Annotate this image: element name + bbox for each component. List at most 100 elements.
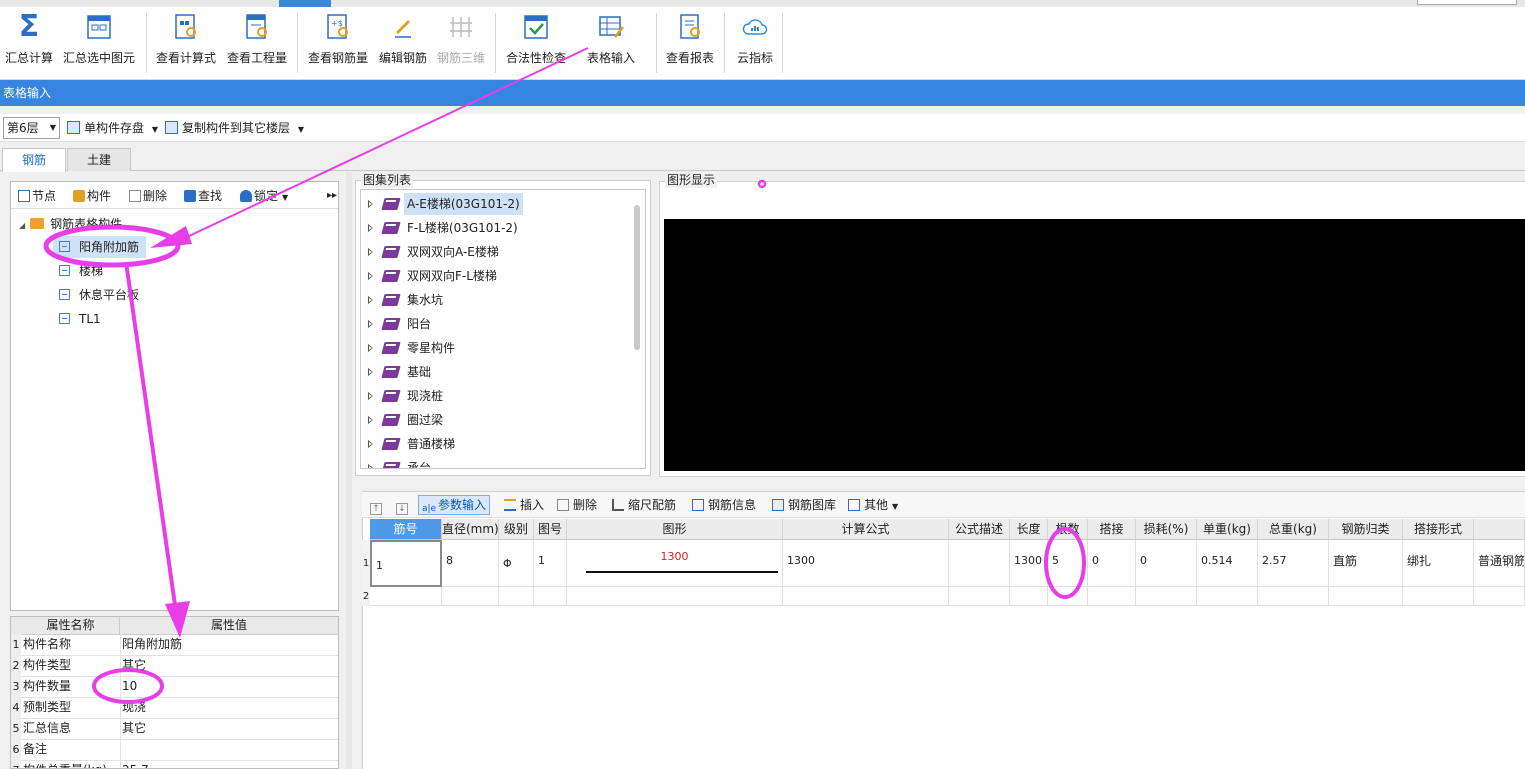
- graphic-canvas[interactable]: [664, 219, 1525, 471]
- property-row[interactable]: 3 构件数量 10: [11, 676, 338, 698]
- table-input-button[interactable]: 表格输入: [582, 7, 640, 80]
- col-header-grade[interactable]: 级别: [499, 519, 534, 540]
- vertical-splitter[interactable]: [346, 172, 352, 769]
- floor-select[interactable]: 第6层 ▼: [3, 117, 60, 139]
- empty-cell[interactable]: [1010, 587, 1048, 606]
- property-row[interactable]: 5 汇总信息 其它: [11, 718, 338, 740]
- view-report-button[interactable]: 查看报表: [664, 7, 716, 80]
- col-header-lap[interactable]: 搭接: [1088, 519, 1136, 540]
- tree-root[interactable]: ◢ 钢筋表格构件: [19, 213, 122, 235]
- empty-cell[interactable]: [442, 587, 499, 606]
- summary-selected-button[interactable]: 汇总选中图元: [60, 7, 138, 80]
- empty-cell[interactable]: [949, 587, 1010, 606]
- cell-loss[interactable]: 0: [1136, 540, 1197, 587]
- property-row[interactable]: 1 构件名称 阳角附加筋: [11, 634, 338, 656]
- scale-icon: [612, 499, 624, 511]
- menu-active-tab[interactable]: [279, 0, 331, 7]
- tree-item-platform[interactable]: 休息平台板: [59, 284, 139, 306]
- cell-formula[interactable]: 1300: [783, 540, 949, 587]
- delete-button[interactable]: 删除: [129, 187, 167, 205]
- cell-grade[interactable]: Φ: [499, 540, 534, 587]
- empty-cell[interactable]: [1258, 587, 1329, 606]
- shape-dimension[interactable]: 1300: [567, 550, 782, 564]
- cell-lap-type[interactable]: 绑扎: [1403, 540, 1474, 587]
- edit-rebar-button[interactable]: 编辑钢筋: [376, 7, 430, 80]
- tree-item-tl1[interactable]: TL1: [59, 308, 101, 330]
- property-row[interactable]: 2 构件类型 其它: [11, 655, 338, 677]
- add-node-button[interactable]: 节点: [18, 187, 56, 205]
- move-down-button[interactable]: ↓: [396, 496, 412, 515]
- cell-rebar-type[interactable]: 普通钢筋: [1474, 540, 1525, 587]
- atlas-scrollbar[interactable]: [634, 205, 640, 350]
- empty-cell[interactable]: [370, 587, 442, 606]
- empty-cell[interactable]: [783, 587, 949, 606]
- save-component-label: 单构件存盘: [84, 121, 145, 135]
- copy-to-floor-button[interactable]: 复制构件到其它楼层 ▼: [165, 117, 304, 139]
- add-component-button[interactable]: 构件: [73, 187, 111, 205]
- search-box[interactable]: [1417, 0, 1517, 5]
- empty-cell[interactable]: [1329, 587, 1403, 606]
- cell-diameter[interactable]: 8: [442, 540, 499, 587]
- cell-lap[interactable]: 0: [1088, 540, 1136, 587]
- tree-item-corner-rebar[interactable]: 阳角附加筋: [53, 236, 146, 258]
- move-up-button[interactable]: ↑: [370, 496, 386, 515]
- save-component-button[interactable]: 单构件存盘 ▼: [67, 117, 158, 139]
- empty-cell[interactable]: [1136, 587, 1197, 606]
- cell-bar-no[interactable]: 1: [370, 540, 442, 587]
- col-header-category[interactable]: 钢筋归类: [1329, 519, 1403, 540]
- cell-length[interactable]: 1300: [1010, 540, 1048, 587]
- cell-formula-desc[interactable]: [949, 540, 1010, 587]
- rebar-info-button[interactable]: 钢筋信息: [692, 496, 756, 514]
- tree-root-label: 钢筋表格构件: [50, 217, 123, 231]
- empty-cell[interactable]: [1197, 587, 1258, 606]
- view-formula-button[interactable]: 查看计算式: [154, 7, 218, 80]
- col-header-bar-no[interactable]: 筋号: [370, 519, 442, 540]
- empty-cell[interactable]: [1048, 587, 1088, 606]
- lock-button[interactable]: 锁定 ▼: [240, 187, 288, 205]
- property-row[interactable]: 6 备注: [11, 739, 338, 761]
- cell-total-weight[interactable]: 2.57: [1258, 540, 1329, 587]
- more-icon[interactable]: ▸▸: [327, 187, 337, 205]
- col-header-formula[interactable]: 计算公式: [783, 519, 949, 540]
- tree-item-stair[interactable]: 楼梯: [59, 260, 103, 282]
- view-quantity-button[interactable]: 查看工程量: [224, 7, 290, 80]
- col-header-loss[interactable]: 损耗(%): [1136, 519, 1197, 540]
- tab-rebar[interactable]: 钢筋: [2, 148, 66, 172]
- cell-shape[interactable]: 1300: [567, 540, 783, 587]
- col-header-formula-desc[interactable]: 公式描述: [949, 519, 1010, 540]
- col-header-diameter[interactable]: 直径(mm): [442, 519, 499, 540]
- empty-cell[interactable]: [567, 587, 783, 606]
- find-button[interactable]: 查找: [184, 187, 222, 205]
- empty-cell[interactable]: [534, 587, 567, 606]
- empty-cell[interactable]: [1403, 587, 1474, 606]
- param-input-button[interactable]: a|e 参数输入: [418, 495, 491, 515]
- empty-cell[interactable]: [1474, 587, 1525, 606]
- col-header-total-weight[interactable]: 总重(kg): [1258, 519, 1329, 540]
- empty-cell[interactable]: [1088, 587, 1136, 606]
- rebar-3d-button[interactable]: 钢筋三维: [434, 7, 488, 80]
- tab-civil[interactable]: 土建: [67, 148, 131, 171]
- cell-unit-weight[interactable]: 0.514: [1197, 540, 1258, 587]
- view-rebar-button[interactable]: +$ 查看钢筋量: [305, 7, 371, 80]
- insert-button[interactable]: 插入: [504, 496, 544, 514]
- rebar-library-button[interactable]: 钢筋图库: [772, 496, 836, 514]
- validity-check-button[interactable]: 合法性检查: [503, 7, 569, 80]
- other-button[interactable]: 其他 ▼: [848, 496, 898, 514]
- summary-calc-button[interactable]: Σ 汇总计算: [0, 7, 58, 80]
- col-header-shape-no[interactable]: 图号: [534, 519, 567, 540]
- cell-shape-no[interactable]: 1: [534, 540, 567, 587]
- cloud-index-button[interactable]: 云指标: [730, 7, 780, 80]
- grid-delete-button[interactable]: 删除: [557, 496, 597, 514]
- property-row[interactable]: 4 预制类型 现浇: [11, 697, 338, 719]
- col-header-lap-type[interactable]: 搭接形式: [1403, 519, 1474, 540]
- cell-count[interactable]: 5: [1048, 540, 1088, 587]
- col-header-length[interactable]: 长度: [1010, 519, 1048, 540]
- col-header-unit-weight[interactable]: 单重(kg): [1197, 519, 1258, 540]
- col-header-shape[interactable]: 图形: [567, 519, 783, 540]
- property-row[interactable]: 7构件总重量(kg)25.7: [11, 760, 338, 768]
- cell-category[interactable]: 直筋: [1329, 540, 1403, 587]
- col-header-count[interactable]: 根数: [1048, 519, 1088, 540]
- scale-rebar-button[interactable]: 缩尺配筋: [612, 496, 676, 514]
- col-header-extra[interactable]: [1474, 519, 1525, 540]
- empty-cell[interactable]: [499, 587, 534, 606]
